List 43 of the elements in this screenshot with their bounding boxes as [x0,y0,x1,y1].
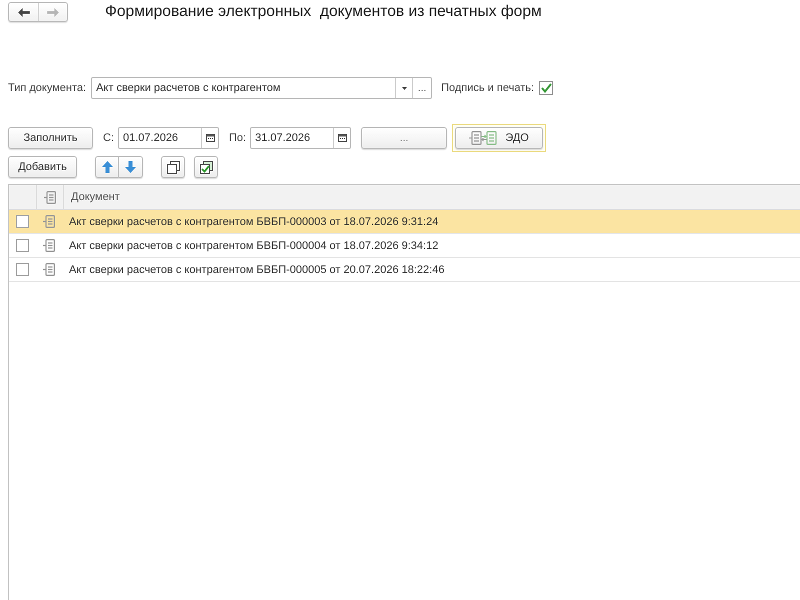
row-checkbox[interactable] [16,263,29,276]
date-to-label: По: [229,132,246,144]
select-button[interactable]: ... [412,78,432,98]
move-up-button[interactable] [95,156,119,178]
table-row[interactable]: Акт сверки расчетов с контрагентом БВБП-000005 от 20.07.2026 18:22:46 [9,258,800,282]
table-row[interactable]: Акт сверки расчетов с контрагентом БВБП-000004 от 18.07.2026 9:34:12 [9,234,800,258]
move-down-button[interactable] [119,156,143,178]
document-list-icon [44,190,56,204]
document-cell: Акт сверки расчетов с контрагентом БВБП-000003 от 18.07.2026 9:31:24 [69,216,438,228]
column-header[interactable]: Документ [71,191,120,203]
document-list-icon [43,215,55,228]
document-list-icon [43,263,55,276]
caret-icon [402,86,407,90]
document-list-icon [43,239,55,252]
document-type-field[interactable]: Акт сверки расчетов с контрагентом ... [91,77,432,99]
check-all-icon [200,160,212,174]
window-title: Формирование электронных документов из печатных форм [105,2,542,22]
row-checkbox[interactable] [16,215,29,228]
signature-label: Подпись и печать: [441,82,534,94]
right-arrow-icon [47,8,59,16]
calendar-icon [206,134,214,142]
date-to-field[interactable]: 31.07.2026 [250,127,352,149]
document-type-label: Тип документа: [8,82,86,94]
signature-checkbox[interactable] [539,81,554,95]
left-arrow-icon [18,8,30,16]
check-all-button[interactable] [194,156,218,178]
add-button[interactable]: Добавить [8,156,77,178]
calendar-button[interactable] [201,128,218,148]
copy-icon [166,160,180,174]
date-from-label: С: [103,132,114,144]
document-cell: Акт сверки расчетов с контрагентом БВБП-000005 от 20.07.2026 18:22:46 [69,264,444,276]
fill-button[interactable]: Заполнить [8,127,93,149]
up-arrow-icon [102,161,112,173]
edo-button[interactable]: ЭДО [455,127,544,149]
document-exchange-icon [469,131,500,145]
period-button[interactable]: ... [361,127,448,149]
table-row[interactable]: Акт сверки расчетов с контрагентом БВБП-000003 от 18.07.2026 9:31:24 [9,210,800,234]
document-cell: Акт сверки расчетов с контрагентом БВБП-000004 от 18.07.2026 9:34:12 [69,240,438,252]
calendar-icon [338,134,347,142]
down-arrow-icon [125,161,136,173]
date-from-field[interactable]: 01.07.2026 [118,127,219,149]
copy-button[interactable] [161,156,185,178]
row-checkbox[interactable] [16,239,29,252]
